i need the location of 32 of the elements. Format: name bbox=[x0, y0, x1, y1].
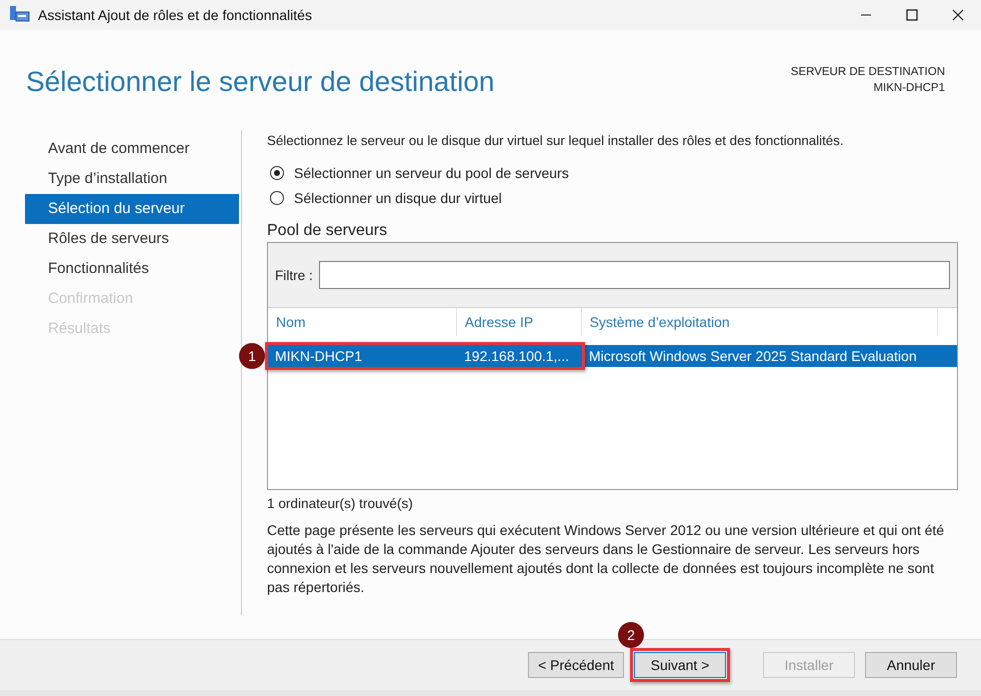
option-label[interactable]: Sélectionner un serveur du pool de serveurs bbox=[294, 164, 569, 180]
instruction-text: Sélectionnez le serveur ou le disque dur virtuel sur lequel installer des rôles et des fonctionnalités. bbox=[267, 132, 845, 150]
filter-label: Filtre : bbox=[275, 268, 313, 282]
info-paragraph: Cette page présente les serveurs qui exécutent Windows Server 2012 ou une version ultérieure et qui ont été ajoutés à l'aide de la commande Ajouter des serveurs dans le Gestionnaire de serveur. Les serveurs hors connexion et les serveurs nouvellement ajoutés dont la collecte de données est toujours incomplète ne sont pas répertoriés. bbox=[267, 521, 946, 597]
radio-button[interactable] bbox=[270, 190, 284, 204]
result-count: 1 ordinateur(s) trouvé(s) bbox=[267, 496, 414, 511]
window-title: Assistant Ajout de rôles et de fonctionnalités bbox=[38, 7, 312, 23]
option-label[interactable]: Sélectionner un disque dur virtuel bbox=[294, 190, 502, 206]
nav-item[interactable]: Sélection du serveur bbox=[25, 194, 239, 224]
wizard-button[interactable]: Annuler bbox=[865, 652, 957, 678]
step-badge: 2 bbox=[618, 622, 644, 648]
nav-item[interactable]: Rôles de serveurs bbox=[25, 224, 239, 254]
wizard-button[interactable]: Suivant > bbox=[634, 652, 726, 678]
app-icon bbox=[10, 6, 30, 24]
nav-item[interactable]: Fonctionnalités bbox=[25, 254, 239, 284]
wizard-button[interactable]: < Précédent bbox=[528, 652, 624, 678]
table-row[interactable]: MIKN-DHCP1 192.168.100.1,... Microsoft Windows Server 2025 Standard Evaluation bbox=[268, 345, 957, 367]
step-badge: 1 bbox=[239, 343, 265, 369]
section-title: Pool de serveurs bbox=[267, 222, 388, 241]
destination-server: MIKN-DHCP1 bbox=[873, 81, 945, 96]
radio-button[interactable] bbox=[270, 166, 284, 180]
table-cell-text: 192.168.100.1,... bbox=[463, 347, 570, 366]
nav-item[interactable]: Type d’installation bbox=[25, 164, 239, 194]
page-title: Sélectionner le serveur de destination bbox=[26, 66, 495, 98]
table-cell-text: Microsoft Windows Server 2025 Standard Evaluation bbox=[588, 347, 918, 366]
filter-field[interactable] bbox=[318, 261, 950, 289]
column-header[interactable]: Adresse IP bbox=[456, 308, 582, 336]
table-cell-text: MIKN-DHCP1 bbox=[274, 347, 364, 366]
nav-item[interactable]: Avant de commencer bbox=[25, 134, 239, 164]
column-header[interactable]: Nom bbox=[268, 308, 457, 336]
column-header[interactable]: Système d’exploitation bbox=[582, 308, 938, 336]
destination-label: SERVEUR DE DESTINATION bbox=[790, 65, 945, 80]
